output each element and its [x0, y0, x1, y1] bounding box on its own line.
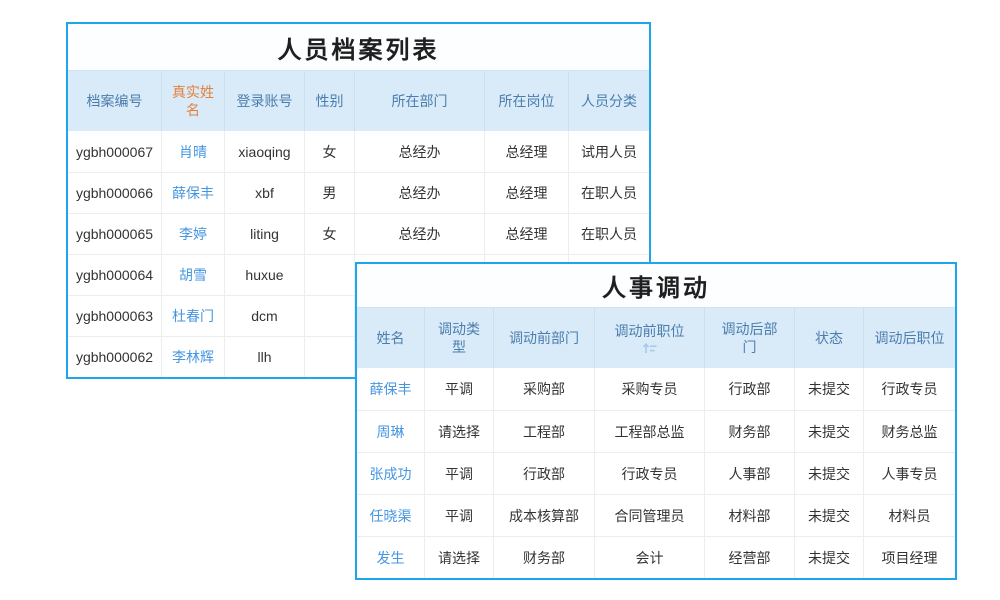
cell-pre-department: 财务部 [494, 537, 595, 578]
cell-name-link[interactable]: 薛保丰 [357, 368, 425, 410]
sort-icon[interactable] [642, 342, 657, 354]
cell-real-name-link[interactable]: 杜春门 [162, 296, 225, 336]
transfer-table-row: 周琳 请选择 工程部 工程部总监 财务部 未提交 财务总监 [357, 410, 955, 452]
transfer-table-row: 薛保丰 平调 采购部 采购专员 行政部 未提交 行政专员 [357, 368, 955, 410]
page: { "colors": { "panel_border": "#1ea6ec",… [0, 0, 1000, 600]
cell-pre-department: 工程部 [494, 411, 595, 452]
transfer-table-row: 发生 请选择 财务部 会计 经营部 未提交 项目经理 [357, 536, 955, 578]
cell-position: 总经理 [485, 131, 569, 172]
personnel-transfer-title: 人事调动 [357, 264, 955, 307]
col-header-real-name: 真实姓名 [162, 71, 225, 131]
cell-login-account: xiaoqing [225, 131, 305, 172]
cell-gender [305, 255, 355, 295]
cell-transfer-type-select[interactable]: 请选择 [425, 537, 494, 578]
cell-real-name-link[interactable]: 薛保丰 [162, 173, 225, 213]
col-header-name: 姓名 [357, 308, 425, 368]
cell-gender [305, 296, 355, 336]
col-header-department: 所在部门 [355, 71, 485, 131]
cell-archive-no: ygbh000066 [68, 173, 162, 213]
cell-real-name-link[interactable]: 胡雪 [162, 255, 225, 295]
cell-real-name-link[interactable]: 李林辉 [162, 337, 225, 377]
col-header-transfer-type: 调动类型 [425, 308, 494, 368]
cell-real-name-link[interactable]: 李婷 [162, 214, 225, 254]
cell-department: 总经办 [355, 173, 485, 213]
cell-login-account: liting [225, 214, 305, 254]
cell-pre-department: 行政部 [494, 453, 595, 494]
cell-category: 在职人员 [569, 173, 649, 213]
archive-table-row: ygbh000067 肖晴 xiaoqing 女 总经办 总经理 试用人员 [68, 131, 649, 172]
cell-gender: 女 [305, 214, 355, 254]
cell-department: 总经办 [355, 214, 485, 254]
transfer-table-row: 张成功 平调 行政部 行政专员 人事部 未提交 人事专员 [357, 452, 955, 494]
cell-position: 总经理 [485, 214, 569, 254]
col-header-position: 所在岗位 [485, 71, 569, 131]
archive-header-row: 档案编号 真实姓名 登录账号 性别 所在部门 所在岗位 人员分类 [68, 70, 649, 131]
col-header-status: 状态 [795, 308, 864, 368]
cell-category: 试用人员 [569, 131, 649, 172]
cell-archive-no: ygbh000065 [68, 214, 162, 254]
cell-pre-position: 采购专员 [595, 368, 705, 410]
archive-table-row: ygbh000066 薛保丰 xbf 男 总经办 总经理 在职人员 [68, 172, 649, 213]
col-header-archive-no: 档案编号 [68, 71, 162, 131]
cell-pre-position: 工程部总监 [595, 411, 705, 452]
cell-archive-no: ygbh000067 [68, 131, 162, 172]
col-header-post-department: 调动后部门 [705, 308, 795, 368]
cell-gender: 男 [305, 173, 355, 213]
cell-transfer-type-select[interactable]: 平调 [425, 453, 494, 494]
cell-category: 在职人员 [569, 214, 649, 254]
archive-table-row: ygbh000065 李婷 liting 女 总经办 总经理 在职人员 [68, 213, 649, 254]
cell-pre-department: 成本核算部 [494, 495, 595, 536]
col-header-category: 人员分类 [569, 71, 649, 131]
cell-post-position: 人事专员 [864, 453, 955, 494]
transfer-header-row: 姓名 调动类型 调动前部门 调动前职位 调动后部门 状态 [357, 307, 955, 368]
cell-name-link[interactable]: 周琳 [357, 411, 425, 452]
cell-gender: 女 [305, 131, 355, 172]
cell-archive-no: ygbh000062 [68, 337, 162, 377]
cell-post-position: 行政专员 [864, 368, 955, 410]
cell-post-department: 行政部 [705, 368, 795, 410]
cell-real-name-link[interactable]: 肖晴 [162, 131, 225, 172]
cell-name-link[interactable]: 发生 [357, 537, 425, 578]
cell-archive-no: ygbh000063 [68, 296, 162, 336]
cell-login-account: huxue [225, 255, 305, 295]
cell-transfer-type-select[interactable]: 请选择 [425, 411, 494, 452]
cell-post-position: 项目经理 [864, 537, 955, 578]
col-header-post-position: 调动后职位 [864, 308, 955, 368]
cell-transfer-type-select[interactable]: 平调 [425, 495, 494, 536]
cell-post-position: 财务总监 [864, 411, 955, 452]
personnel-transfer-panel: 人事调动 姓名 调动类型 调动前部门 调动前职位 调动后部门 [355, 262, 957, 580]
col-header-pre-department: 调动前部门 [494, 308, 595, 368]
cell-pre-department: 采购部 [494, 368, 595, 410]
col-header-gender: 性别 [305, 71, 355, 131]
cell-status: 未提交 [795, 537, 864, 578]
cell-name-link[interactable]: 任晓渠 [357, 495, 425, 536]
cell-post-department: 材料部 [705, 495, 795, 536]
cell-login-account: dcm [225, 296, 305, 336]
cell-gender [305, 337, 355, 377]
cell-post-department: 人事部 [705, 453, 795, 494]
cell-status: 未提交 [795, 453, 864, 494]
transfer-table-row: 任晓渠 平调 成本核算部 合同管理员 材料部 未提交 材料员 [357, 494, 955, 536]
cell-login-account: xbf [225, 173, 305, 213]
cell-pre-position: 会计 [595, 537, 705, 578]
col-header-login-account: 登录账号 [225, 71, 305, 131]
personnel-archive-title: 人员档案列表 [68, 24, 649, 70]
cell-position: 总经理 [485, 173, 569, 213]
transfer-table-body: 薛保丰 平调 采购部 采购专员 行政部 未提交 行政专员 周琳 请选择 工程部 … [357, 368, 955, 578]
cell-status: 未提交 [795, 368, 864, 410]
cell-post-position: 材料员 [864, 495, 955, 536]
cell-login-account: llh [225, 337, 305, 377]
cell-archive-no: ygbh000064 [68, 255, 162, 295]
cell-pre-position: 合同管理员 [595, 495, 705, 536]
cell-status: 未提交 [795, 495, 864, 536]
cell-name-link[interactable]: 张成功 [357, 453, 425, 494]
cell-pre-position: 行政专员 [595, 453, 705, 494]
cell-department: 总经办 [355, 131, 485, 172]
cell-transfer-type-select[interactable]: 平调 [425, 368, 494, 410]
col-header-pre-position[interactable]: 调动前职位 [595, 308, 705, 368]
cell-post-department: 财务部 [705, 411, 795, 452]
cell-post-department: 经营部 [705, 537, 795, 578]
cell-status: 未提交 [795, 411, 864, 452]
